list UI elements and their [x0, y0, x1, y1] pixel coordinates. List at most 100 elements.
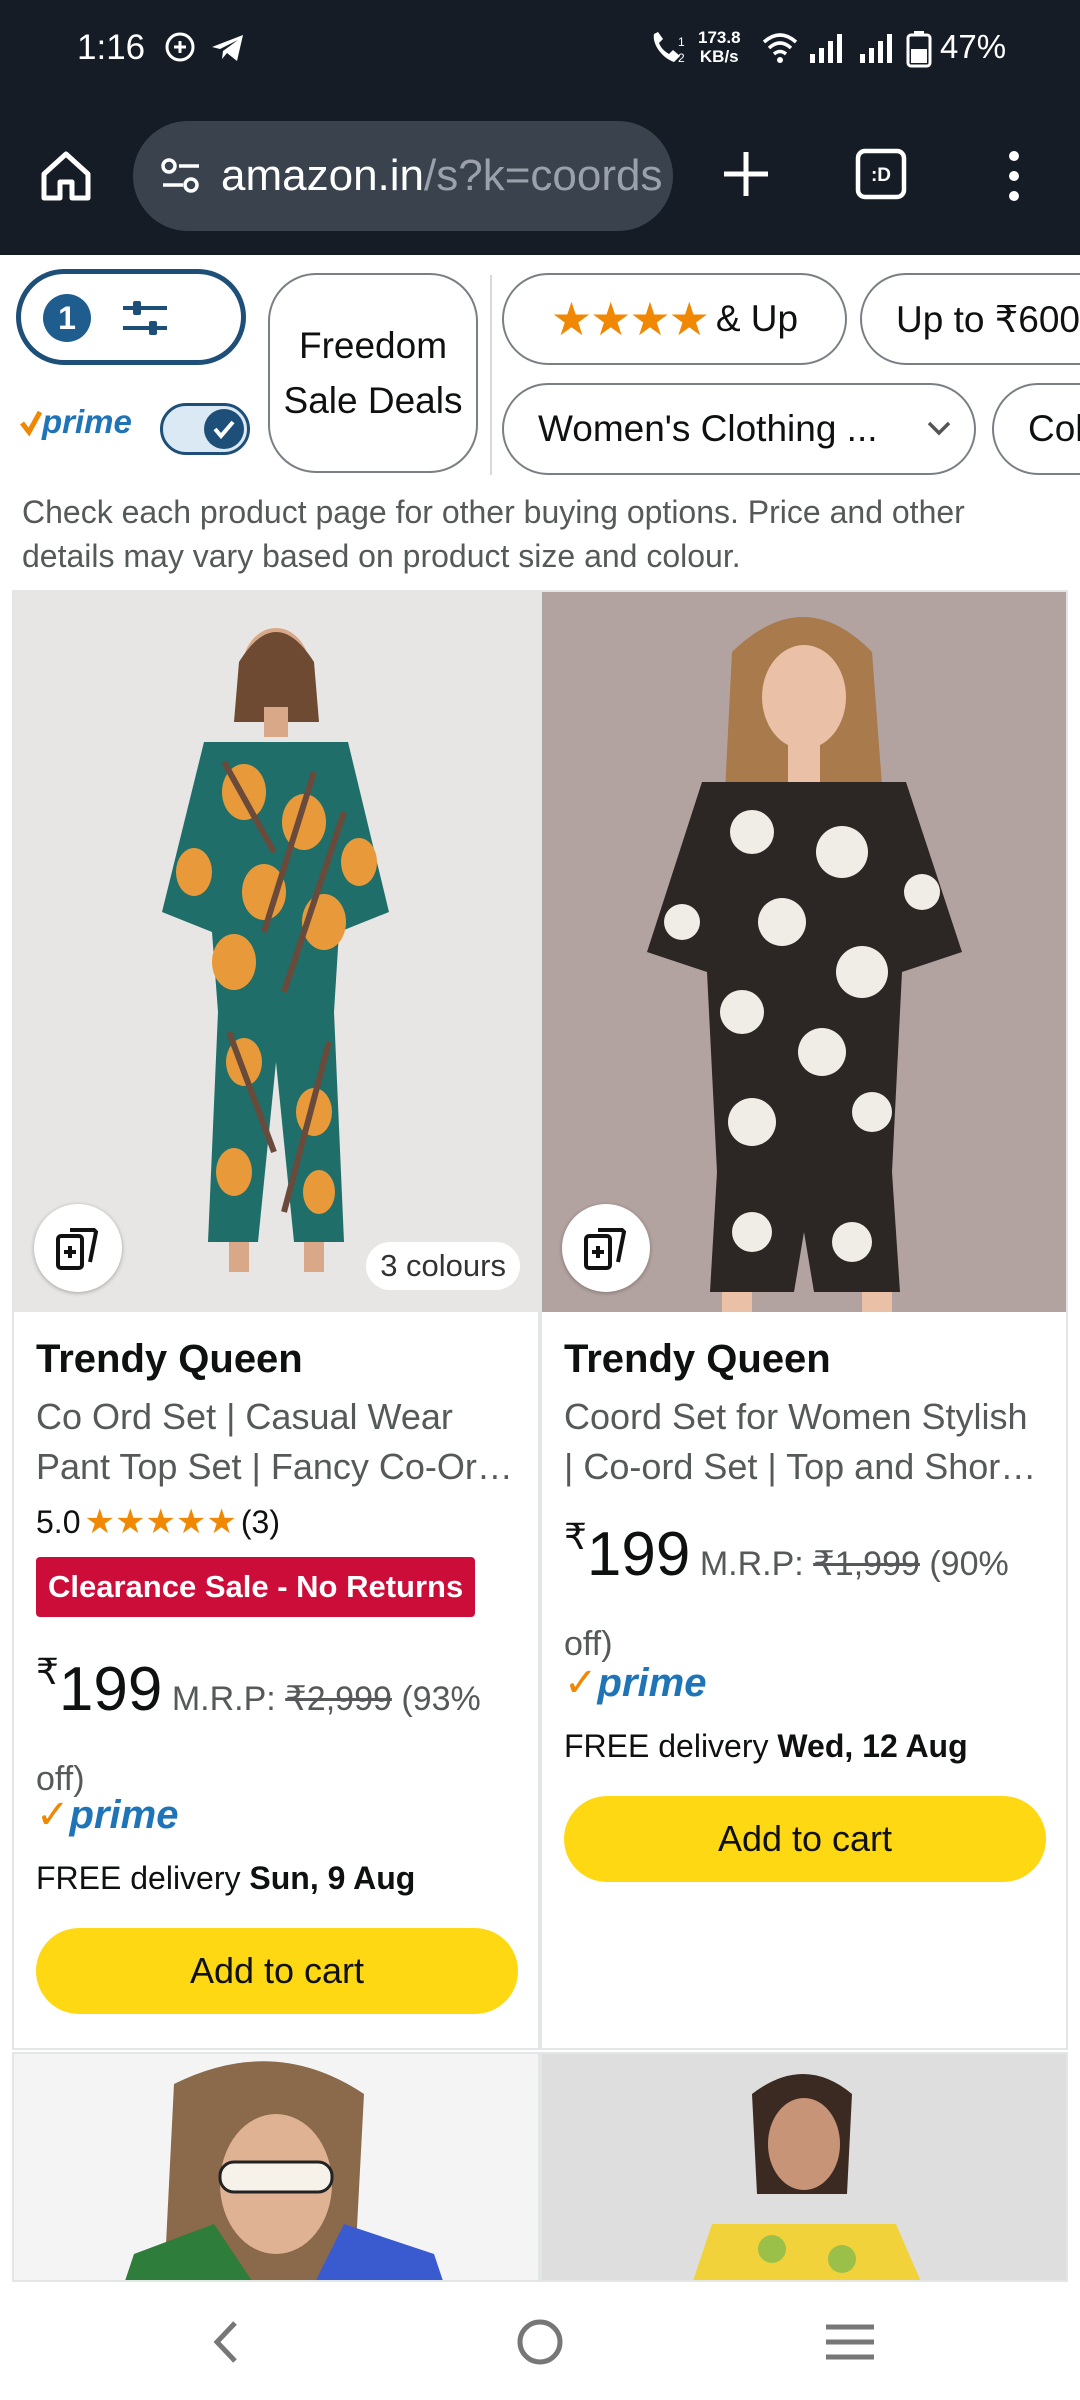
chip-freedom-sale-label: Freedom Sale Deals	[283, 325, 463, 421]
chip-rating[interactable]: ★★★★ & Up	[502, 273, 847, 365]
add-to-cart-button[interactable]: Add to cart	[564, 1796, 1046, 1882]
net-speed-unit: KB/s	[699, 47, 739, 66]
new-tab-icon[interactable]	[718, 146, 774, 202]
prime-badge: ✓prime	[36, 1792, 178, 1838]
delivery-info: FREE delivery Sun, 9 Aug	[36, 1860, 415, 1897]
chevron-down-icon	[927, 421, 951, 436]
product-rating[interactable]: 5.0 ★★★★★ (3)	[36, 1502, 280, 1542]
url-host: amazon.in	[221, 151, 425, 200]
home-circle-icon	[517, 2319, 563, 2365]
url-path: /s?k=coords	[424, 151, 663, 200]
mrp-value: ₹2,999	[285, 1680, 392, 1718]
info-text: Check each product page for other buying…	[22, 494, 965, 574]
colours-badge[interactable]: 3 colours	[366, 1242, 520, 1290]
back-button[interactable]	[188, 2302, 268, 2382]
clearance-badge: Clearance Sale - No Returns	[36, 1557, 476, 1617]
delivery-info: FREE delivery Wed, 12 Aug	[564, 1728, 968, 1765]
url-bar[interactable]: amazon.in/s?k=coords	[133, 121, 673, 231]
chip-colour-label: Col	[1028, 408, 1080, 449]
product-photo-partial	[542, 2054, 1066, 2280]
price-block: ₹199 M.R.P: ₹2,999 (93% off)	[36, 1632, 526, 1819]
prime-badge-label: prime	[69, 1793, 179, 1837]
product-card[interactable]: Trendy Queen Coord Set for Women Stylish…	[540, 590, 1068, 2050]
screen: { "status_bar": { "time": "1:16", "net_s…	[0, 0, 1080, 2400]
prime-check-icon: ✓	[36, 1793, 70, 1837]
recents-button[interactable]	[810, 2302, 890, 2382]
product-image[interactable]: 3 colours	[14, 592, 538, 1312]
product-photo-coord-set-floral-print	[542, 592, 1066, 1312]
site-settings-icon[interactable]	[159, 155, 203, 197]
prime-check-icon: ✓	[564, 1661, 598, 1705]
compare-cards-icon	[56, 1228, 99, 1270]
chip-price-label: Up to ₹600	[896, 298, 1080, 340]
chat-notification-icon	[165, 32, 195, 62]
chip-price[interactable]: Up to ₹600	[860, 273, 1080, 365]
product-photo-coord-set-orange-print	[14, 592, 538, 1312]
product-card[interactable]: 3 colours Trendy Queen Co Ord Set | Casu…	[12, 590, 540, 2050]
prime-check-icon	[20, 410, 43, 437]
status-bar: 1:16 1 2 173.8 KB/s 47%	[0, 0, 1080, 100]
mrp-label: M.R.P:	[171, 1680, 276, 1718]
product-card-partial[interactable]	[12, 2052, 540, 2282]
filters-button[interactable]: 1	[16, 269, 246, 365]
mrp-value: ₹1,999	[813, 1545, 920, 1583]
home-nav-button[interactable]	[500, 2302, 580, 2382]
back-icon	[213, 2321, 237, 2363]
product-title[interactable]: Coord Set for Women Stylish | Co-ord Set…	[564, 1392, 1044, 1492]
chip-rating-label: & Up	[715, 298, 799, 339]
svg-text:2: 2	[678, 51, 685, 65]
delivery-date: Wed, 12 Aug	[777, 1728, 968, 1764]
filter-bar: 1 prime Freedom Sale Deals ★★★★ & Up Up …	[0, 255, 1080, 495]
price-amount: 199	[58, 1655, 163, 1724]
rating-value: 5.0	[36, 1503, 81, 1540]
browser-toolbar: amazon.in/s?k=coords :D	[0, 100, 1080, 255]
mrp-label: M.R.P:	[699, 1545, 804, 1583]
compare-button[interactable]	[562, 1204, 650, 1292]
url-text: amazon.in/s?k=coords	[221, 151, 662, 201]
signal-2-icon	[860, 34, 892, 63]
discount-percent: (90%	[929, 1545, 1009, 1583]
filter-count-badge: 1	[43, 294, 91, 342]
delivery-prefix: FREE delivery	[564, 1728, 769, 1764]
product-title[interactable]: Co Ord Set | Casual Wear Pant Top Set | …	[36, 1392, 516, 1492]
discount-percent: (93%	[401, 1680, 481, 1718]
prime-badge-label: prime	[597, 1661, 707, 1705]
product-image[interactable]	[542, 592, 1066, 1312]
call-icon: 1 2	[653, 32, 685, 65]
rating-stars: ★★★★★	[84, 1503, 237, 1541]
prime-label: prime	[42, 403, 132, 440]
status-time: 1:16	[77, 28, 146, 67]
svg-text::D: :D	[871, 165, 891, 186]
tab-switcher-icon[interactable]: :D	[855, 148, 907, 200]
discount-tail: off)	[564, 1625, 613, 1663]
wifi-icon	[762, 33, 798, 63]
prime-badge: ✓prime	[564, 1660, 706, 1706]
svg-text:1: 1	[678, 35, 685, 49]
chip-colour[interactable]: Col	[992, 383, 1080, 475]
menu-lines-icon	[826, 2324, 874, 2360]
battery-percent: 47%	[940, 28, 1007, 65]
telegram-icon	[212, 35, 243, 61]
add-to-cart-button[interactable]: Add to cart	[36, 1928, 518, 2014]
toggle-check-icon	[213, 420, 235, 440]
chip-womens-clothing-label: Women's Clothing ...	[538, 408, 878, 449]
prime-toggle[interactable]	[160, 403, 250, 455]
battery-icon	[906, 31, 932, 68]
chip-womens-clothing[interactable]: Women's Clothing ...	[502, 383, 976, 475]
net-speed-value: 173.8	[698, 28, 741, 47]
chip-freedom-sale[interactable]: Freedom Sale Deals	[268, 273, 478, 473]
home-icon[interactable]	[38, 148, 94, 204]
more-menu-icon[interactable]	[1000, 146, 1028, 206]
product-brand: Trendy Queen	[36, 1337, 303, 1381]
compare-button[interactable]	[34, 1204, 122, 1292]
price-currency: ₹	[564, 1516, 587, 1557]
network-speed: 173.8 KB/s	[698, 28, 741, 66]
price-block: ₹199 M.R.P: ₹1,999 (90% off)	[564, 1497, 1054, 1684]
product-card-partial[interactable]	[540, 2052, 1068, 2282]
system-nav-bar	[0, 2282, 1080, 2400]
price-amount: 199	[586, 1520, 691, 1589]
delivery-prefix: FREE delivery	[36, 1860, 241, 1896]
prime-filter-label: prime	[20, 403, 132, 441]
filter-divider	[490, 275, 492, 475]
compare-cards-icon	[584, 1228, 627, 1270]
